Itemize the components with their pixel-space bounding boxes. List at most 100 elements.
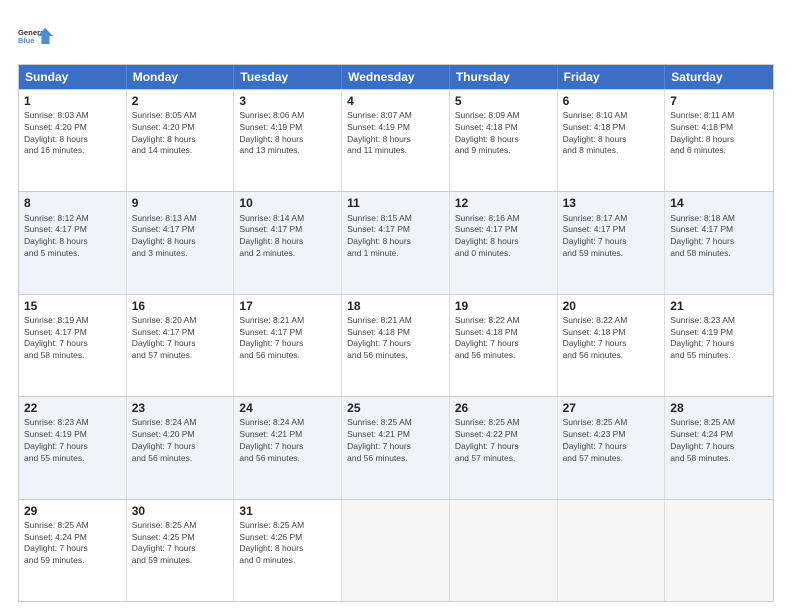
cell-info: Sunrise: 8:12 AMSunset: 4:17 PMDaylight:… <box>24 213 121 260</box>
cal-header-saturday: Saturday <box>665 65 773 89</box>
day-number: 16 <box>132 298 229 314</box>
cal-row-4: 29Sunrise: 8:25 AMSunset: 4:24 PMDayligh… <box>19 499 773 601</box>
cell-info: Sunrise: 8:10 AMSunset: 4:18 PMDaylight:… <box>563 110 660 157</box>
day-number: 8 <box>24 195 121 211</box>
day-number: 30 <box>132 503 229 519</box>
cell-info: Sunrise: 8:07 AMSunset: 4:19 PMDaylight:… <box>347 110 444 157</box>
cal-cell: 31Sunrise: 8:25 AMSunset: 4:26 PMDayligh… <box>234 500 342 601</box>
cell-info: Sunrise: 8:25 AMSunset: 4:21 PMDaylight:… <box>347 417 444 464</box>
cell-info: Sunrise: 8:21 AMSunset: 4:17 PMDaylight:… <box>239 315 336 362</box>
cal-cell: 12Sunrise: 8:16 AMSunset: 4:17 PMDayligh… <box>450 192 558 293</box>
cell-info: Sunrise: 8:25 AMSunset: 4:22 PMDaylight:… <box>455 417 552 464</box>
day-number: 11 <box>347 195 444 211</box>
cal-cell: 13 Sunrise: 8:17 AMSunset: 4:17 PMDayligh… <box>558 192 666 293</box>
day-number: 7 <box>670 93 768 109</box>
day-number: 2 <box>132 93 229 109</box>
cell-info: Sunrise: 8:25 AMSunset: 4:24 PMDaylight:… <box>670 417 768 464</box>
day-number: 18 <box>347 298 444 314</box>
cal-cell: 19Sunrise: 8:22 AMSunset: 4:18 PMDayligh… <box>450 295 558 396</box>
day-number: 27 <box>563 400 660 416</box>
day-number: 25 <box>347 400 444 416</box>
cell-info: Sunrise: 8:25 AMSunset: 4:26 PMDaylight:… <box>239 520 336 567</box>
cell-info: Sunrise: 8:16 AMSunset: 4:17 PMDaylight:… <box>455 213 552 260</box>
cell-info: Sunrise: 8:24 AMSunset: 4:20 PMDaylight:… <box>132 417 229 464</box>
cell-info: Sunrise: 8:25 AMSunset: 4:24 PMDaylight:… <box>24 520 121 567</box>
svg-text:Blue: Blue <box>18 36 35 45</box>
cal-cell <box>665 500 773 601</box>
cal-cell: 9Sunrise: 8:13 AMSunset: 4:17 PMDaylight… <box>127 192 235 293</box>
cal-cell: 16Sunrise: 8:20 AMSunset: 4:17 PMDayligh… <box>127 295 235 396</box>
cal-header-friday: Friday <box>558 65 666 89</box>
cal-cell: 22Sunrise: 8:23 AMSunset: 4:19 PMDayligh… <box>19 397 127 498</box>
cal-header-tuesday: Tuesday <box>234 65 342 89</box>
cal-cell: 2Sunrise: 8:05 AMSunset: 4:20 PMDaylight… <box>127 90 235 191</box>
cal-header-sunday: Sunday <box>19 65 127 89</box>
cell-info: Sunrise: 8:19 AMSunset: 4:17 PMDaylight:… <box>24 315 121 362</box>
cal-row-3: 22Sunrise: 8:23 AMSunset: 4:19 PMDayligh… <box>19 396 773 498</box>
cell-info: Sunrise: 8:05 AMSunset: 4:20 PMDaylight:… <box>132 110 229 157</box>
calendar-header-row: SundayMondayTuesdayWednesdayThursdayFrid… <box>19 65 773 89</box>
day-number: 1 <box>24 93 121 109</box>
cal-cell: 30Sunrise: 8:25 AMSunset: 4:25 PMDayligh… <box>127 500 235 601</box>
day-number: 31 <box>239 503 336 519</box>
cal-cell <box>558 500 666 601</box>
day-number: 21 <box>670 298 768 314</box>
cell-info: Sunrise: 8:22 AMSunset: 4:18 PMDaylight:… <box>455 315 552 362</box>
cal-cell: 8 Sunrise: 8:12 AMSunset: 4:17 PMDaylight… <box>19 192 127 293</box>
day-number: 4 <box>347 93 444 109</box>
cal-cell: 1Sunrise: 8:03 AMSunset: 4:20 PMDaylight… <box>19 90 127 191</box>
cal-cell: 14Sunrise: 8:18 AMSunset: 4:17 PMDayligh… <box>665 192 773 293</box>
cal-cell: 11 Sunrise: 8:15 AMSunset: 4:17 PMDayligh… <box>342 192 450 293</box>
day-number: 23 <box>132 400 229 416</box>
cal-cell: 10 Sunrise: 8:14 AMSunset: 4:17 PMDayligh… <box>234 192 342 293</box>
cell-info: Sunrise: 8:06 AMSunset: 4:19 PMDaylight:… <box>239 110 336 157</box>
cal-cell: 4Sunrise: 8:07 AMSunset: 4:19 PMDaylight… <box>342 90 450 191</box>
cell-info: Sunrise: 8:20 AMSunset: 4:17 PMDaylight:… <box>132 315 229 362</box>
cell-info: Sunrise: 8:14 AMSunset: 4:17 PMDaylight:… <box>239 213 336 260</box>
day-number: 19 <box>455 298 552 314</box>
cell-info: Sunrise: 8:25 AMSunset: 4:25 PMDaylight:… <box>132 520 229 567</box>
cell-info: Sunrise: 8:17 AMSunset: 4:17 PMDaylight:… <box>563 213 660 260</box>
cal-cell: 23Sunrise: 8:24 AMSunset: 4:20 PMDayligh… <box>127 397 235 498</box>
cell-info: Sunrise: 8:03 AMSunset: 4:20 PMDaylight:… <box>24 110 121 157</box>
cell-info: Sunrise: 8:23 AMSunset: 4:19 PMDaylight:… <box>24 417 121 464</box>
day-number: 10 <box>239 195 336 211</box>
day-number: 24 <box>239 400 336 416</box>
cal-row-1: 8 Sunrise: 8:12 AMSunset: 4:17 PMDaylight… <box>19 191 773 293</box>
cal-cell <box>342 500 450 601</box>
day-number: 20 <box>563 298 660 314</box>
cell-info: Sunrise: 8:13 AMSunset: 4:17 PMDaylight:… <box>132 213 229 260</box>
day-number: 17 <box>239 298 336 314</box>
day-number: 15 <box>24 298 121 314</box>
cell-info: Sunrise: 8:24 AMSunset: 4:21 PMDaylight:… <box>239 417 336 464</box>
day-number: 29 <box>24 503 121 519</box>
cal-cell: 5Sunrise: 8:09 AMSunset: 4:18 PMDaylight… <box>450 90 558 191</box>
cell-info: Sunrise: 8:15 AMSunset: 4:17 PMDaylight:… <box>347 213 444 260</box>
logo: GeneralBlue <box>18 18 54 54</box>
cal-cell: 20Sunrise: 8:22 AMSunset: 4:18 PMDayligh… <box>558 295 666 396</box>
cell-info: Sunrise: 8:09 AMSunset: 4:18 PMDaylight:… <box>455 110 552 157</box>
calendar: SundayMondayTuesdayWednesdayThursdayFrid… <box>18 64 774 602</box>
day-number: 14 <box>670 195 768 211</box>
cal-cell: 18Sunrise: 8:21 AMSunset: 4:18 PMDayligh… <box>342 295 450 396</box>
cal-cell: 27Sunrise: 8:25 AMSunset: 4:23 PMDayligh… <box>558 397 666 498</box>
cal-cell: 25Sunrise: 8:25 AMSunset: 4:21 PMDayligh… <box>342 397 450 498</box>
cal-header-monday: Monday <box>127 65 235 89</box>
cal-row-2: 15Sunrise: 8:19 AMSunset: 4:17 PMDayligh… <box>19 294 773 396</box>
cal-cell: 7Sunrise: 8:11 AMSunset: 4:18 PMDaylight… <box>665 90 773 191</box>
calendar-body: 1Sunrise: 8:03 AMSunset: 4:20 PMDaylight… <box>19 89 773 601</box>
day-number: 26 <box>455 400 552 416</box>
day-number: 13 <box>563 195 660 211</box>
cell-info: Sunrise: 8:21 AMSunset: 4:18 PMDaylight:… <box>347 315 444 362</box>
cell-info: Sunrise: 8:11 AMSunset: 4:18 PMDaylight:… <box>670 110 768 157</box>
day-number: 5 <box>455 93 552 109</box>
day-number: 28 <box>670 400 768 416</box>
day-number: 3 <box>239 93 336 109</box>
day-number: 6 <box>563 93 660 109</box>
cal-header-wednesday: Wednesday <box>342 65 450 89</box>
cal-cell: 21Sunrise: 8:23 AMSunset: 4:19 PMDayligh… <box>665 295 773 396</box>
cell-info: Sunrise: 8:25 AMSunset: 4:23 PMDaylight:… <box>563 417 660 464</box>
cal-header-thursday: Thursday <box>450 65 558 89</box>
cal-cell: 26Sunrise: 8:25 AMSunset: 4:22 PMDayligh… <box>450 397 558 498</box>
cal-cell: 29Sunrise: 8:25 AMSunset: 4:24 PMDayligh… <box>19 500 127 601</box>
